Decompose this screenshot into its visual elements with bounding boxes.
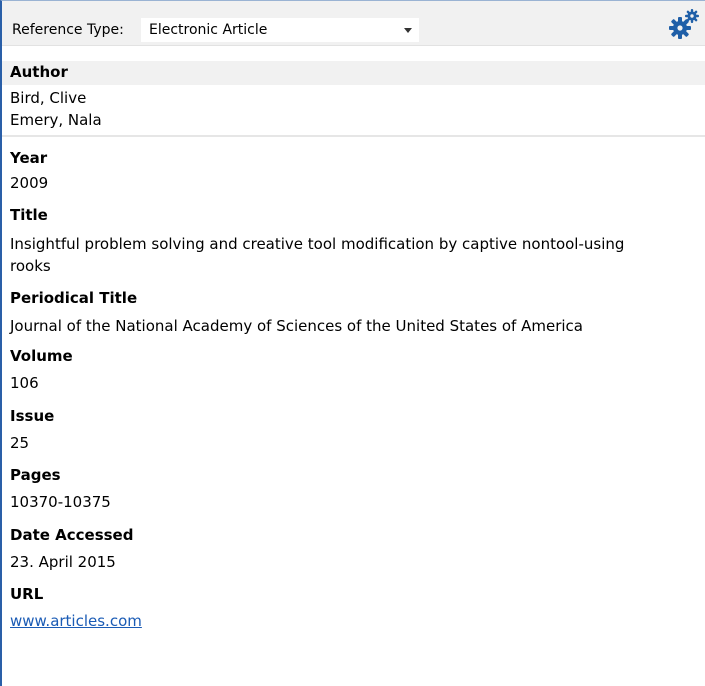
volume-field[interactable]: 106 bbox=[10, 372, 39, 394]
author-1: Bird, Clive bbox=[10, 89, 87, 107]
issue-field[interactable]: 25 bbox=[10, 432, 29, 454]
title-field-line-2[interactable]: rooks bbox=[10, 255, 51, 277]
pages-label: Pages bbox=[10, 466, 61, 484]
date-accessed-field[interactable]: 23. April 2015 bbox=[10, 551, 116, 573]
year-label: Year bbox=[10, 149, 48, 167]
gears-icon bbox=[669, 9, 699, 39]
url-label: URL bbox=[10, 585, 44, 603]
year-field[interactable]: 2009 bbox=[10, 172, 48, 194]
author-2: Emery, Nala bbox=[10, 111, 102, 129]
periodical-title-label: Periodical Title bbox=[10, 289, 138, 307]
chevron-down-icon bbox=[404, 28, 412, 33]
reference-type-toolbar: Reference Type: Electronic Article bbox=[2, 1, 705, 46]
reference-type-label: Reference Type: bbox=[12, 22, 124, 38]
reference-type-value: Electronic Article bbox=[149, 22, 268, 38]
title-label: Title bbox=[10, 206, 48, 224]
url-link[interactable]: www.articles.com bbox=[10, 610, 142, 632]
date-accessed-label: Date Accessed bbox=[10, 526, 134, 544]
author-field[interactable]: Bird, Clive Emery, Nala bbox=[2, 87, 705, 137]
reference-editor-panel: Reference Type: Electronic Article Autho… bbox=[0, 0, 705, 686]
title-field-line-1[interactable]: Insightful problem solving and creative … bbox=[10, 233, 624, 255]
reference-type-dropdown[interactable]: Electronic Article bbox=[140, 17, 420, 43]
settings-gears-button[interactable] bbox=[666, 7, 702, 41]
issue-label: Issue bbox=[10, 407, 55, 425]
pages-field[interactable]: 10370-10375 bbox=[10, 491, 111, 513]
periodical-title-field[interactable]: Journal of the National Academy of Scien… bbox=[10, 315, 583, 337]
author-label-row: Author bbox=[2, 61, 705, 85]
volume-label: Volume bbox=[10, 347, 73, 365]
author-label: Author bbox=[10, 63, 68, 81]
